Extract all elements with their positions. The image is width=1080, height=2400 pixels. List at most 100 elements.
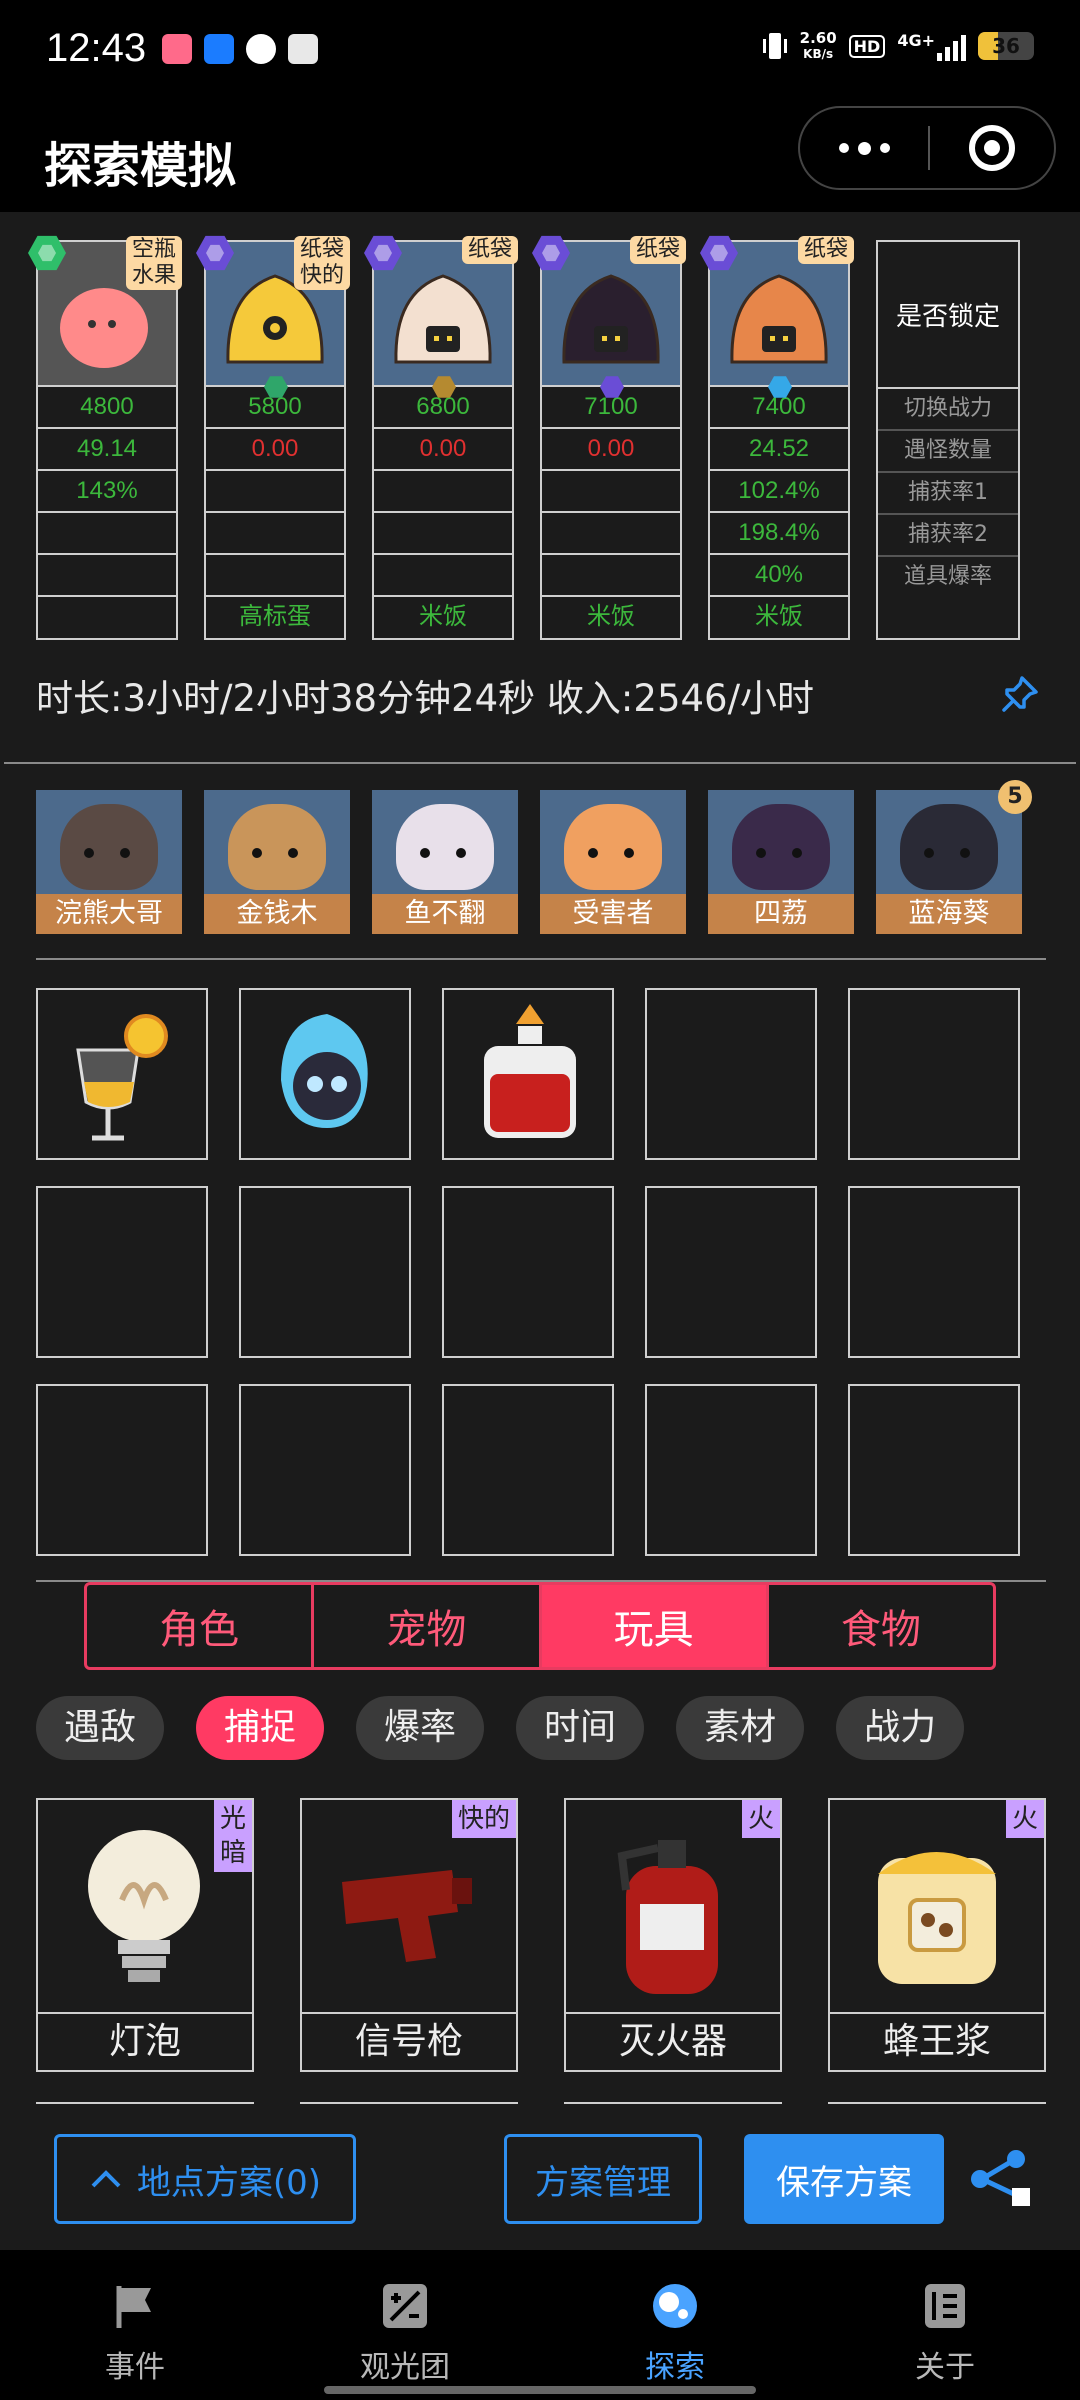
item-slot[interactable] — [848, 1186, 1020, 1358]
toy-name: 灯泡 — [108, 2021, 181, 2062]
tab-item[interactable]: 观光团 — [270, 2250, 540, 2400]
save-plan-label: 保存方案 — [776, 2162, 912, 2203]
item-slot[interactable] — [239, 988, 411, 1160]
filter-chip[interactable]: 爆率 — [356, 1696, 485, 1760]
item-slot[interactable] — [645, 1384, 817, 1556]
divider — [36, 958, 1046, 960]
page-title: 探索模拟 — [44, 138, 237, 194]
team-member-column[interactable]: 空瓶 水果 4800 49.14 143% — [28, 235, 182, 640]
share-icon[interactable] — [968, 2148, 1034, 2210]
ghost-flame-icon — [281, 1014, 368, 1128]
team-member-portrait[interactable]: 纸袋 — [532, 235, 686, 398]
item-slot[interactable] — [239, 1384, 411, 1556]
filter-chip[interactable]: 捕捉 — [196, 1696, 325, 1760]
stat-drop — [374, 555, 512, 597]
stat-food[interactable] — [38, 597, 176, 639]
pet-name: 四荔 — [708, 894, 854, 934]
label-power[interactable]: 切换战力 — [878, 389, 1018, 431]
save-plan-button[interactable]: 保存方案 — [744, 2134, 944, 2224]
category-tab[interactable]: 玩具 — [541, 1585, 769, 1667]
item-slot[interactable] — [239, 1186, 411, 1358]
team-member-column[interactable]: 纸袋 7400 24.52 102.4% 198.4% 40% 米饭 — [700, 235, 854, 640]
tab-label: 观光团 — [360, 2350, 450, 2385]
hd-icon: HD — [848, 34, 886, 58]
filter-chip[interactable]: 遇敌 — [36, 1696, 165, 1760]
item-slot[interactable] — [36, 988, 208, 1160]
plus-minus-icon — [379, 2280, 431, 2332]
stat-drop — [542, 555, 680, 597]
lock-label[interactable]: 是否锁定 — [878, 242, 1018, 389]
item-slot[interactable] — [848, 988, 1020, 1160]
item-slot[interactable] — [36, 1186, 208, 1358]
tab-item[interactable]: 关于 — [810, 2250, 1080, 2400]
pet-card[interactable]: 蓝海葵 5 — [876, 780, 1032, 934]
tab-bar: 事件 观光团 探索 关于 — [0, 2250, 1080, 2400]
pet-eyes — [84, 848, 134, 860]
team-member-portrait[interactable]: 纸袋 — [364, 235, 518, 398]
stat-food[interactable]: 米饭 — [542, 597, 680, 639]
stat-escape: 49.14 — [38, 429, 176, 471]
team-member-portrait[interactable]: 纸袋 快的 — [196, 235, 350, 398]
pet-sprite — [60, 804, 158, 890]
stat-rate1 — [374, 471, 512, 513]
pet-card[interactable]: 浣熊大哥 — [36, 790, 182, 934]
pet-card[interactable]: 四荔 — [708, 790, 854, 934]
pet-eyes — [588, 848, 638, 860]
pet-eyes — [924, 848, 974, 860]
team-member-column[interactable]: 纸袋 快的 5800 0.00 高标蛋 — [196, 235, 350, 640]
tab-item[interactable]: 事件 — [0, 2250, 270, 2400]
item-slot[interactable] — [442, 1384, 614, 1556]
plan-manage-button[interactable]: 方案管理 — [504, 2134, 702, 2224]
item-slot[interactable] — [645, 988, 817, 1160]
close-button[interactable] — [930, 125, 1054, 171]
toy-card[interactable]: 火灭火器 — [564, 1798, 782, 2072]
item-slot[interactable] — [36, 1384, 208, 1556]
item-slot[interactable] — [442, 1186, 614, 1358]
wechat-icon — [246, 34, 276, 64]
category-tab[interactable]: 宠物 — [314, 1585, 542, 1667]
divider — [4, 762, 1076, 764]
pet-card[interactable]: 受害者 — [540, 790, 686, 934]
team-member-column[interactable]: 纸袋 7100 0.00 米饭 — [532, 235, 686, 640]
pet-card[interactable]: 鱼不翻 — [372, 790, 518, 934]
stat-food[interactable]: 米饭 — [710, 597, 848, 639]
pet-card[interactable]: 金钱木 — [204, 790, 350, 934]
more-button[interactable] — [800, 108, 928, 188]
stat-food[interactable]: 米饭 — [374, 597, 512, 639]
stat-food[interactable]: 高标蛋 — [206, 597, 344, 639]
label-drop: 道具爆率 — [903, 564, 992, 589]
item-slot[interactable] — [848, 1384, 1020, 1556]
stat-rate1: 102.4% — [710, 471, 848, 513]
item-slot[interactable] — [442, 988, 614, 1160]
filter-chip[interactable]: 战力 — [836, 1696, 965, 1760]
pet-eyes — [756, 848, 806, 860]
pet-sprite — [228, 804, 326, 890]
team-member-portrait[interactable]: 空瓶 水果 — [28, 235, 182, 387]
stat-escape: 0.00 — [374, 429, 512, 471]
pin-icon[interactable] — [1000, 674, 1040, 714]
pet-sprite — [564, 804, 662, 890]
miniprogram-capsule — [798, 106, 1056, 190]
toy-name: 蜂王浆 — [882, 2021, 991, 2062]
stat-rate2 — [206, 513, 344, 555]
home-indicator[interactable] — [324, 2386, 756, 2394]
category-tab[interactable]: 角色 — [87, 1585, 315, 1667]
item-tag: 纸袋 快的 — [293, 236, 350, 290]
toy-card[interactable]: 快的 信号枪 — [300, 1798, 518, 2072]
toy-card[interactable]: 光 暗灯泡 — [36, 1798, 254, 2072]
filter-chip[interactable]: 素材 — [676, 1696, 805, 1760]
tab-item[interactable]: 探索 — [540, 2250, 810, 2400]
stat-drop — [206, 555, 344, 597]
item-slot[interactable] — [645, 1186, 817, 1358]
toy-card[interactable]: 火蜂王浆 — [828, 1798, 1046, 2072]
location-plan-button[interactable]: 地点方案(0) — [54, 2134, 356, 2224]
category-tab[interactable]: 食物 — [769, 1585, 993, 1667]
chevron-up-icon — [91, 2170, 121, 2188]
pet-sprite — [900, 804, 998, 890]
item-tag: 纸袋 — [797, 236, 854, 264]
team-member-column[interactable]: 纸袋 6800 0.00 米饭 — [364, 235, 518, 640]
filter-chip[interactable]: 时间 — [516, 1696, 645, 1760]
speed-unit: KB/s — [803, 47, 834, 61]
notification-icons — [162, 34, 318, 64]
team-member-portrait[interactable]: 纸袋 — [700, 235, 854, 398]
